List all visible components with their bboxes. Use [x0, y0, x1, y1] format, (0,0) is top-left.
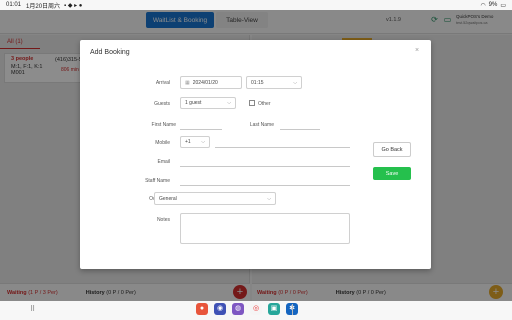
last-name-input[interactable] — [280, 129, 320, 130]
calendar-icon: ▦ — [185, 79, 190, 86]
last-name-label: Last Name — [249, 122, 274, 128]
dock-separator — [292, 304, 293, 315]
email-label: Email — [157, 159, 170, 165]
chevron-down-icon: ⌵ — [293, 79, 297, 86]
dock-apps: ● ◉ ◍ ◎ ▣ ✱ — [196, 303, 298, 315]
staff-name-label: Staff Name — [145, 178, 170, 184]
country-code-select[interactable]: +1 ⌵ — [180, 136, 210, 148]
status-time: 01:01 — [6, 2, 22, 8]
arrival-time-select[interactable]: 01:15 ⌵ — [246, 76, 302, 89]
system-nav-bar: ⠿ ● ◉ ◍ ◎ ▣ ✱ — [0, 301, 512, 320]
guests-label: Guests — [154, 101, 170, 107]
arrival-date-field[interactable]: ▦ 2024/01/20 — [180, 76, 242, 89]
arrival-time-value: 01:15 — [251, 79, 264, 86]
first-name-label: First Name — [151, 122, 176, 128]
other-checkbox[interactable] — [249, 100, 255, 106]
status-bar: 01:01 1月20日周六 ▪ ◆ ▸ ● ◠ 9% ▭ — [0, 0, 512, 10]
chrome-icon[interactable]: ◎ — [250, 303, 262, 315]
app-icon-5[interactable]: ▣ — [268, 303, 280, 315]
battery-text: 9% — [488, 2, 498, 8]
notes-label: Notes — [156, 217, 170, 223]
status-date: 1月20日周六 — [26, 3, 61, 10]
notes-textarea[interactable] — [180, 213, 350, 244]
save-button[interactable]: Save — [373, 167, 411, 180]
close-icon[interactable]: × — [415, 47, 419, 54]
mobile-label: Mobile — [155, 140, 170, 146]
arrival-date-value: 2024/01/20 — [192, 79, 218, 86]
app-drawer-icon[interactable]: ⠿ — [30, 305, 35, 313]
arrival-label: Arrival — [155, 80, 170, 86]
country-code-value: +1 — [185, 139, 191, 145]
app-icon-2[interactable]: ◉ — [214, 303, 226, 315]
occasion-select[interactable]: General ⌵ — [154, 192, 276, 205]
occasion-value: General — [159, 195, 177, 202]
staff-name-input[interactable] — [180, 185, 350, 186]
app-icon-1[interactable]: ● — [196, 303, 208, 315]
wifi-icon: ◠ — [480, 2, 486, 9]
go-back-button[interactable]: Go Back — [373, 142, 411, 157]
guests-select[interactable]: 1 guest ⌵ — [180, 97, 236, 109]
email-input[interactable] — [180, 166, 350, 167]
mobile-input[interactable] — [215, 147, 350, 148]
other-label: Other — [258, 101, 271, 107]
first-name-input[interactable] — [180, 129, 222, 130]
dialog-title: Add Booking — [90, 49, 130, 56]
notification-icons: ▪ ◆ ▸ ● — [64, 2, 83, 9]
chevron-down-icon: ⌵ — [267, 195, 271, 202]
guests-value: 1 guest — [185, 100, 202, 106]
app-icon-3[interactable]: ◍ — [232, 303, 244, 315]
add-booking-dialog: Add Booking × Arrival ▦ 2024/01/20 01:15… — [80, 40, 431, 269]
chevron-down-icon: ⌵ — [227, 100, 231, 106]
battery-icon: ▭ — [500, 2, 506, 9]
chevron-down-icon: ⌵ — [201, 139, 205, 145]
